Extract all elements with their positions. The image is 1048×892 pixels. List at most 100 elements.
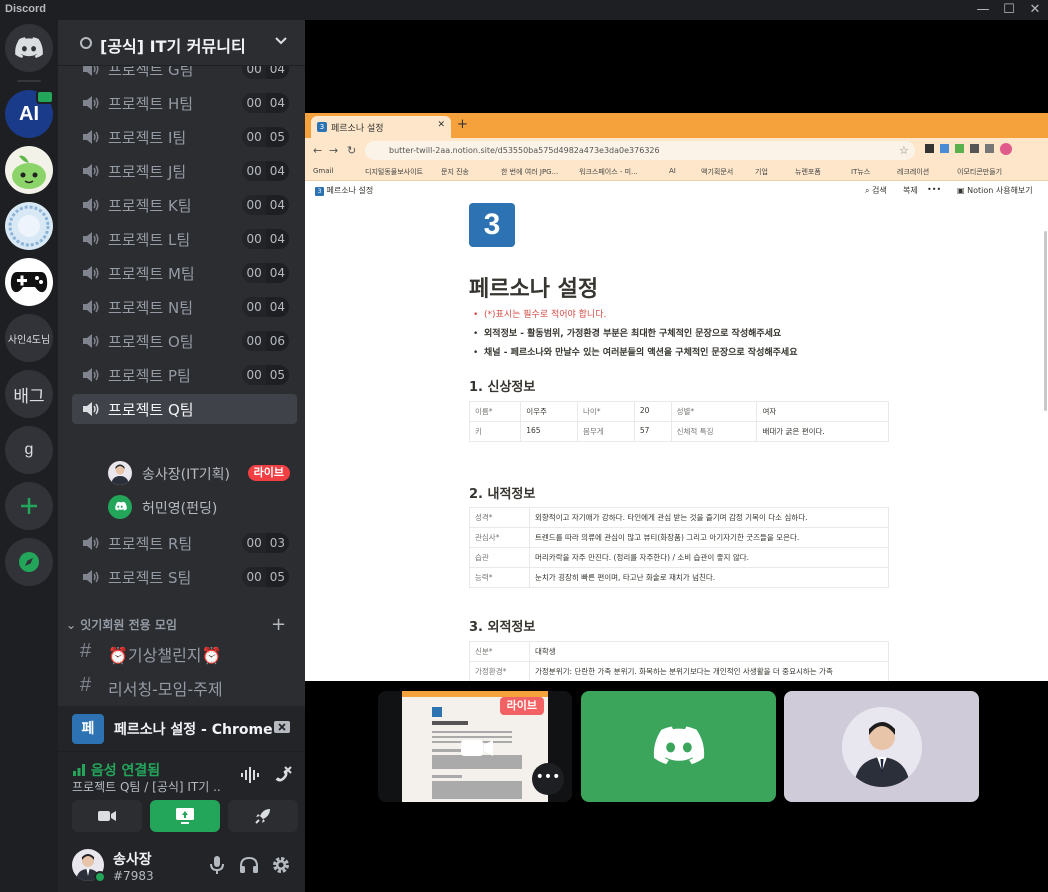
screen-share-button[interactable]	[150, 800, 220, 832]
table-row: 이름* 이우주 나이* 20 성별* 여자	[468, 401, 889, 422]
bookmark-item[interactable]: AI	[669, 167, 676, 175]
explore-servers-button[interactable]	[5, 538, 53, 586]
bookmark-item[interactable]: IT뉴스	[851, 167, 870, 177]
new-tab-icon[interactable]: +	[457, 117, 468, 132]
bookmark-item[interactable]: Gmail	[313, 167, 333, 175]
user-limit-badge: 00 04	[242, 161, 289, 181]
bookmark-item[interactable]: 레크레이션	[897, 167, 929, 177]
table-cell: 트렌드를 따라 의류에 관심이 많고 뷰티(화장품) 그리고 아기자기한 굿즈들…	[529, 527, 889, 548]
table-cell: 이우주	[520, 401, 578, 422]
guild-header[interactable]: [공식] IT기 커뮤니티	[58, 20, 305, 66]
voice-channel-info[interactable]: 프로젝트 Q팀 / [공식] IT기 ...	[72, 778, 222, 795]
noise-suppression-icon[interactable]	[240, 766, 260, 784]
voice-status-text: 음성 연결됨	[90, 763, 161, 779]
text-channel-wakeup[interactable]: # ⏰기상챌린지⏰	[72, 636, 297, 668]
more-options-button[interactable]: •••	[532, 763, 564, 795]
server-circle[interactable]	[5, 202, 53, 250]
bookmark-item[interactable]: 뉴렌포폼	[795, 167, 821, 177]
camera-button[interactable]	[72, 800, 142, 832]
activity-button[interactable]	[228, 800, 298, 832]
server-g[interactable]: g	[5, 426, 53, 474]
settings-button[interactable]	[269, 853, 293, 877]
user-limit: 05	[265, 127, 289, 147]
create-channel-icon[interactable]: +	[271, 614, 286, 635]
close-tab-icon[interactable]: ✕	[437, 120, 445, 130]
voice-channel-h[interactable]: 프로젝트 H팀 00 04	[72, 88, 297, 118]
table-cell: 20	[633, 401, 672, 422]
notion-try-button[interactable]: ▣ Notion 사용해보기	[957, 185, 1033, 196]
extension-icon[interactable]	[940, 144, 949, 153]
bookmark-item[interactable]: 문지 진송	[441, 167, 469, 177]
stream-panel[interactable]: 페 페르소나 설정 - Chrome	[58, 706, 305, 752]
user-limit: 04	[265, 263, 289, 283]
voice-channel-o[interactable]: 프로젝트 O팀 00 06	[72, 326, 297, 356]
server-ody[interactable]	[5, 146, 53, 194]
browser-tab[interactable]: 3 페르소나 설정 ✕	[311, 116, 451, 138]
table-cell: 눈치가 굉장히 빠른 편이며, 타고난 화술로 재치가 넘친다.	[529, 567, 889, 588]
notion-duplicate[interactable]: 복제	[903, 185, 918, 196]
server-game[interactable]	[5, 258, 53, 306]
table-row: 능력* 눈치가 굉장히 빠른 편이며, 타고난 화술로 재치가 넘친다.	[469, 567, 889, 588]
participant-tile-songsajang[interactable]	[784, 691, 979, 802]
notion-search[interactable]: ⌕ 검색	[865, 185, 887, 196]
bookmark-item[interactable]: 이모티콘만들기	[957, 167, 1002, 177]
voice-channel-q[interactable]: 프로젝트 Q팀	[72, 394, 297, 424]
server-sain[interactable]: 사인4도님	[5, 314, 53, 362]
voice-channel-p[interactable]: 프로젝트 P팀 00 05	[72, 360, 297, 390]
voice-channel-r[interactable]: 프로젝트 R팀 00 03	[72, 528, 297, 558]
voice-channel-j[interactable]: 프로젝트 J팀 00 04	[72, 156, 297, 186]
avatar	[108, 461, 132, 485]
table-cell: 가정분위기: 단란한 가족 분위기. 화목하는 분위기보다는 개인적인 사생활을…	[529, 661, 889, 681]
home-button[interactable]	[5, 24, 53, 72]
voice-channel-i[interactable]: 프로젝트 I팀 00 05	[72, 122, 297, 152]
url-field[interactable]: butter-twill-2aa.notion.site/d53550ba575…	[365, 141, 915, 160]
notion-more-icon[interactable]: •••	[927, 185, 941, 194]
voice-channel-n[interactable]: 프로젝트 N팀 00 04	[72, 292, 297, 322]
bookmark-item[interactable]: 디지털동물보사이트	[365, 167, 423, 177]
user-count: 00	[242, 567, 266, 587]
voice-channel-l[interactable]: 프로젝트 L팀 00 04	[72, 224, 297, 254]
discord-window: Discord — ☐ ✕ AI 사인4도님 배그 g [공식] IT기 커뮤니…	[0, 0, 1048, 892]
category-header[interactable]: ⌄ 잇기회원 전용 모임 +	[66, 614, 286, 636]
text-channel-research[interactable]: # 리서칭-모임-주제	[72, 670, 297, 702]
bookmark-item[interactable]: 한 번에 여러 JPG...	[501, 167, 558, 177]
screen-share-icon	[176, 808, 194, 824]
reload-icon[interactable]: ↻	[347, 144, 356, 157]
notion-try-label: Notion 사용해보기	[967, 186, 1033, 195]
disconnect-icon[interactable]	[271, 764, 293, 786]
mute-button[interactable]	[205, 853, 229, 877]
voice-channel-g[interactable]: 프로젝트 G팀 00 04	[72, 66, 297, 84]
voice-channel-s[interactable]: 프로젝트 S팀 00 05	[72, 562, 297, 592]
forward-icon[interactable]: →	[329, 144, 338, 157]
bookmark-star-icon[interactable]: ☆	[899, 144, 909, 157]
table-row: 신분* 대학생	[469, 641, 889, 662]
table-row: 가정환경* 가정분위기: 단란한 가족 분위기. 화목하는 분위기보다는 개인적인…	[469, 661, 889, 681]
server-bagu[interactable]: 배그	[5, 370, 53, 418]
profile-avatar-icon[interactable]	[1000, 143, 1012, 155]
close-button[interactable]: ✕	[1020, 0, 1048, 20]
voice-user-heominyoung[interactable]: 허민영(펀딩)	[108, 492, 298, 522]
extension-icon[interactable]	[955, 144, 964, 153]
deafen-button[interactable]	[237, 853, 261, 877]
shared-screen[interactable]: 3 페르소나 설정 ✕ + ← → ↻ butter-twill-2aa.not…	[305, 113, 1048, 681]
back-icon[interactable]: ←	[313, 144, 322, 157]
add-server-button[interactable]	[5, 482, 53, 530]
user-limit: 04	[265, 161, 289, 181]
participant-tile-heominyoung[interactable]	[581, 691, 776, 802]
voice-channel-label: 프로젝트 Q팀	[108, 401, 194, 419]
notion-breadcrumb[interactable]: 3 페르소나 설정	[315, 185, 373, 196]
participant-tile-stream[interactable]: 라이브 •••	[378, 691, 572, 802]
voice-channel-m[interactable]: 프로젝트 M팀 00 04	[72, 258, 297, 288]
voice-user-songsajang[interactable]: 송사장(IT기획) 라이브	[108, 458, 298, 488]
extension-icon[interactable]	[925, 144, 934, 153]
puzzle-icon[interactable]	[970, 144, 979, 153]
bookmark-item[interactable]: 액기획문서	[701, 167, 733, 177]
compass-icon	[19, 552, 39, 572]
stop-stream-icon[interactable]	[273, 720, 291, 736]
voice-channel-k[interactable]: 프로젝트 K팀 00 04	[72, 190, 297, 220]
sidebar-icon[interactable]	[985, 144, 994, 153]
voice-channel-label: 프로젝트 M팀	[108, 265, 195, 283]
bookmark-item[interactable]: 워크스페이스 - 미...	[579, 167, 638, 177]
page-scrollbar[interactable]	[1044, 231, 1047, 411]
bookmark-item[interactable]: 기업	[755, 167, 768, 177]
